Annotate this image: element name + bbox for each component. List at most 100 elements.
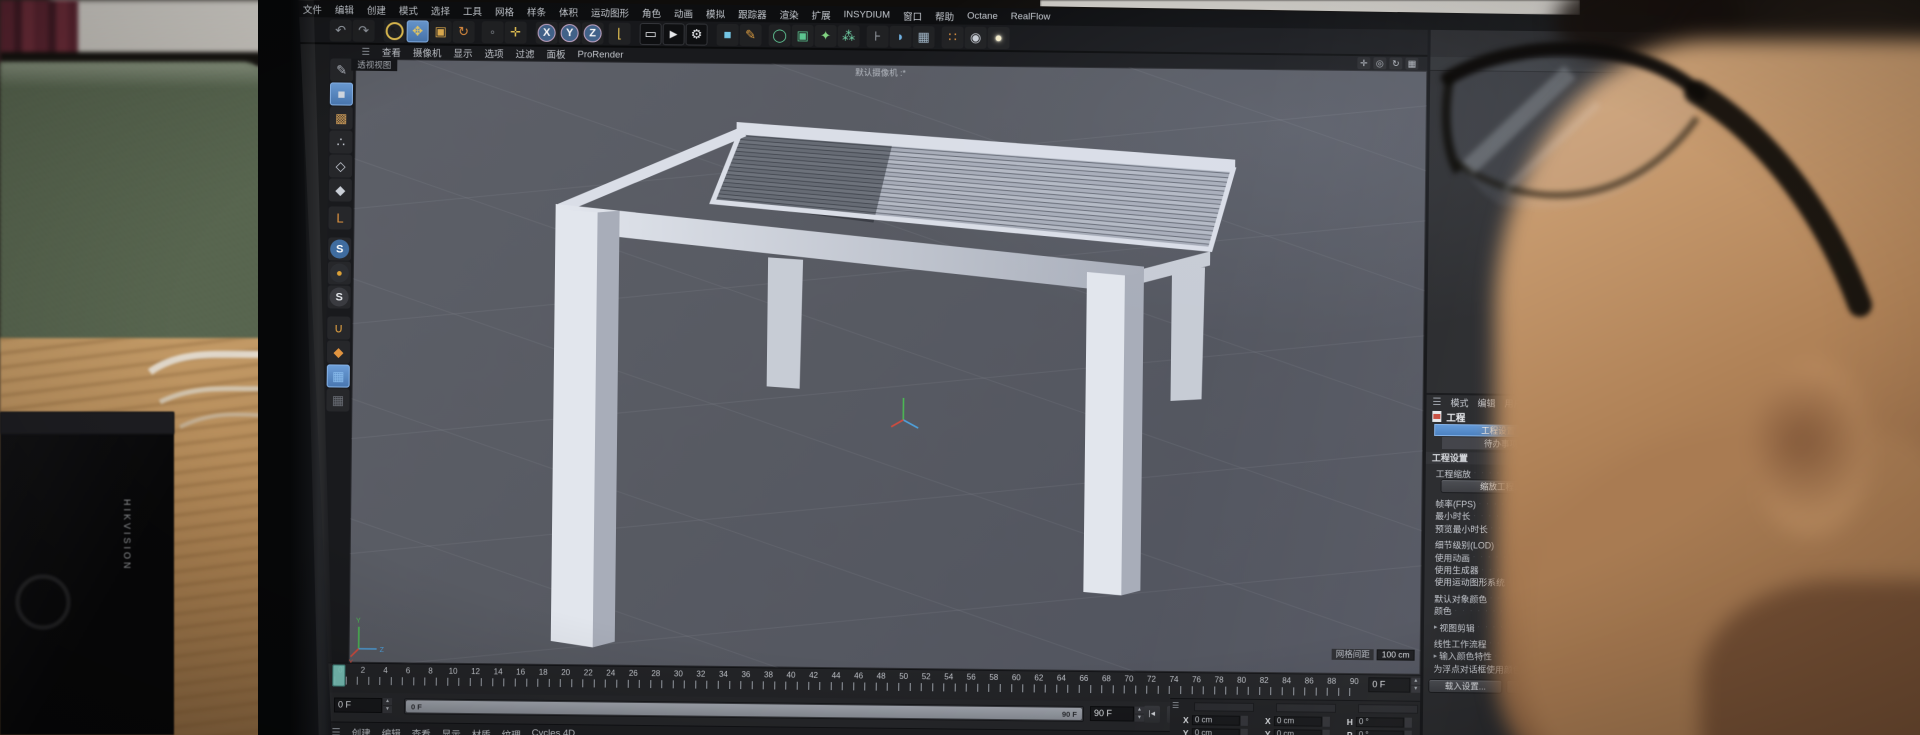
magnet-tool-button[interactable]: ∪ — [327, 316, 350, 339]
redo-button[interactable]: ↷ — [353, 19, 375, 41]
deformer-button[interactable]: ✦ — [815, 24, 837, 46]
preview-range-slider[interactable]: 0 F 90 F — [404, 698, 1084, 722]
material-menu-材质[interactable]: 材质 — [472, 727, 491, 735]
points-mode-button[interactable]: ∴ — [329, 130, 352, 153]
coordinate-column-header[interactable] — [1276, 703, 1336, 713]
viewport-3d[interactable]: YZX 网格间距 100 cm — [348, 59, 1427, 675]
viewport-menu-面板[interactable]: 面板 — [546, 47, 565, 61]
volume-builder-button[interactable]: ▣ — [792, 24, 814, 46]
render-view-button[interactable]: ▭ — [640, 22, 662, 44]
viewport-menu-icon[interactable]: ☰ — [361, 46, 370, 57]
min-time-spinner[interactable]: 0 F ▲▼ — [334, 697, 392, 713]
viewport-menu-显示[interactable]: 显示 — [453, 46, 472, 60]
workplane-button[interactable]: ◆ — [327, 340, 350, 363]
coordinate-stepper[interactable] — [1405, 731, 1412, 735]
menu-item-INSYDIUM[interactable]: INSYDIUM — [844, 9, 891, 21]
make-editable-button[interactable]: ✎ — [330, 58, 353, 81]
add-primitive-cube-button[interactable]: ■ — [717, 23, 739, 45]
menu-item-帮助[interactable]: 帮助 — [935, 9, 954, 23]
attribute-stepper[interactable]: ▲▼ — [1605, 541, 1613, 552]
attribute-value-field[interactable]: 30 — [1546, 499, 1604, 511]
workplane-mode-button[interactable]: L — [328, 206, 351, 229]
menu-item-跟踪器[interactable]: 跟踪器 — [738, 7, 767, 21]
snap-settings-button[interactable]: S — [328, 285, 351, 308]
menu-item-工具[interactable]: 工具 — [463, 3, 482, 17]
texture-mode-button[interactable]: ▩ — [330, 106, 353, 129]
last-used-tool[interactable]: ◦ — [482, 21, 504, 43]
edges-mode-button[interactable]: ◇ — [329, 154, 352, 177]
preview-range-fill[interactable]: 0 F 90 F — [406, 700, 1082, 720]
material-menu-编辑[interactable]: 编辑 — [382, 726, 401, 735]
goto-start-button[interactable]: |◄ — [1144, 706, 1160, 723]
menu-item-体积[interactable]: 体积 — [559, 4, 578, 18]
coordinate-value-field[interactable]: 0 cm — [1192, 715, 1240, 726]
attribute-value-field[interactable]: 0 F — [1546, 512, 1604, 524]
snap-modes-button[interactable]: ● — [328, 261, 351, 284]
menu-item-模式[interactable]: 模式 — [399, 3, 418, 17]
material-menu-查看[interactable]: 查看 — [412, 726, 431, 735]
coordinate-column-header[interactable] — [1358, 704, 1418, 714]
color-swatch[interactable] — [1554, 608, 1602, 618]
min-time-field[interactable]: 0 F — [334, 697, 382, 713]
viewport-menu-选项[interactable]: 选项 — [484, 46, 503, 60]
attribute-checkbox[interactable]: ✓ — [1598, 555, 1608, 565]
coordinate-system-toggle[interactable]: ⌊ — [609, 22, 631, 44]
current-frame-spinner[interactable]: 0 F ▲▼ — [1368, 677, 1420, 693]
menu-item-样条[interactable]: 样条 — [527, 4, 546, 18]
xpresso-button[interactable]: ⊦ — [867, 25, 889, 47]
polygons-mode-button[interactable]: ◆ — [329, 178, 352, 201]
coordinate-stepper[interactable] — [1323, 730, 1330, 735]
attribute-button[interactable]: 载入设置... — [1429, 680, 1501, 693]
menu-item-网格[interactable]: 网格 — [495, 4, 514, 18]
zoom-view-button[interactable]: ◎ — [1373, 57, 1386, 69]
toggle-view-button[interactable]: ▦ — [1405, 58, 1418, 70]
viewport-menu-ProRender[interactable]: ProRender — [577, 49, 623, 61]
physical-sky-button[interactable]: ∷ — [941, 26, 963, 48]
attribute-menu-模式[interactable]: 模式 — [1450, 396, 1468, 409]
coordinate-column-header[interactable] — [1194, 702, 1254, 712]
max-time-stepper[interactable]: ▲▼ — [1135, 707, 1144, 722]
coordinate-menu-icon[interactable]: ☰ — [1172, 701, 1179, 710]
coordinate-stepper[interactable] — [1241, 716, 1248, 726]
viewport-menu-过滤[interactable]: 过滤 — [515, 46, 534, 60]
material-menu-创建[interactable]: 创建 — [352, 726, 371, 735]
attribute-stepper[interactable]: ▲▼ — [1605, 500, 1613, 511]
attribute-dropdown[interactable]: 中▼ — [1540, 623, 1612, 635]
scale-tool[interactable]: ▣ — [430, 20, 452, 42]
menu-item-运动图形[interactable]: 运动图形 — [591, 5, 629, 19]
menu-item-选择[interactable]: 选择 — [431, 3, 450, 17]
lock-y-toggle[interactable]: Y — [559, 21, 581, 43]
max-time-field[interactable]: 90 F — [1090, 706, 1134, 721]
enable-axis-tool[interactable]: ✛ — [505, 21, 527, 43]
object-manager[interactable] — [1427, 57, 1920, 399]
attribute-checkbox[interactable]: ✓ — [1602, 640, 1612, 650]
lock-x-toggle[interactable]: X — [536, 21, 558, 43]
pan-view-button[interactable]: ✛ — [1357, 57, 1370, 69]
attribute-value-field[interactable]: 100 % — [1546, 540, 1604, 552]
rotate-view-button[interactable]: ↻ — [1389, 57, 1402, 69]
attribute-checkbox[interactable]: ✓ — [1602, 579, 1612, 589]
subdivision-surface-button[interactable]: ◯ — [769, 24, 791, 46]
menu-item-角色[interactable]: 角色 — [642, 5, 661, 19]
field-button[interactable]: ◗ — [890, 25, 912, 47]
attribute-menu-icon[interactable]: ☰ — [1432, 396, 1441, 407]
attribute-menu-编辑[interactable]: 编辑 — [1477, 396, 1495, 409]
spline-pen-button[interactable]: ✎ — [740, 24, 762, 46]
snap-enabled-toggle[interactable]: S — [328, 237, 351, 260]
attribute-stepper[interactable]: ▲▼ — [1605, 525, 1613, 536]
light-button[interactable]: ● — [987, 26, 1009, 48]
current-frame-stepper[interactable]: ▲▼ — [1411, 678, 1420, 693]
workplane-lock-button[interactable]: ▦ — [326, 388, 349, 411]
coordinate-value-field[interactable]: 0 ° — [1356, 717, 1404, 728]
min-time-stepper[interactable]: ▲▼ — [383, 698, 392, 713]
timeline-playhead[interactable] — [332, 664, 345, 686]
material-menu-Cycles 4D[interactable]: Cycles 4D — [532, 728, 575, 735]
coordinate-stepper[interactable] — [1241, 729, 1248, 735]
rotate-tool[interactable]: ↻ — [453, 20, 475, 42]
attribute-stepper[interactable]: ▲▼ — [1606, 470, 1614, 481]
live-selection-tool[interactable]: ↖ — [384, 19, 406, 41]
coordinate-value-field[interactable]: 0 cm — [1192, 728, 1240, 735]
attribute-stepper[interactable]: ▲▼ — [1605, 512, 1613, 523]
grid-snap-toggle[interactable]: ▦ — [327, 364, 350, 387]
coordinate-value-field[interactable]: 0 ° — [1356, 730, 1404, 735]
